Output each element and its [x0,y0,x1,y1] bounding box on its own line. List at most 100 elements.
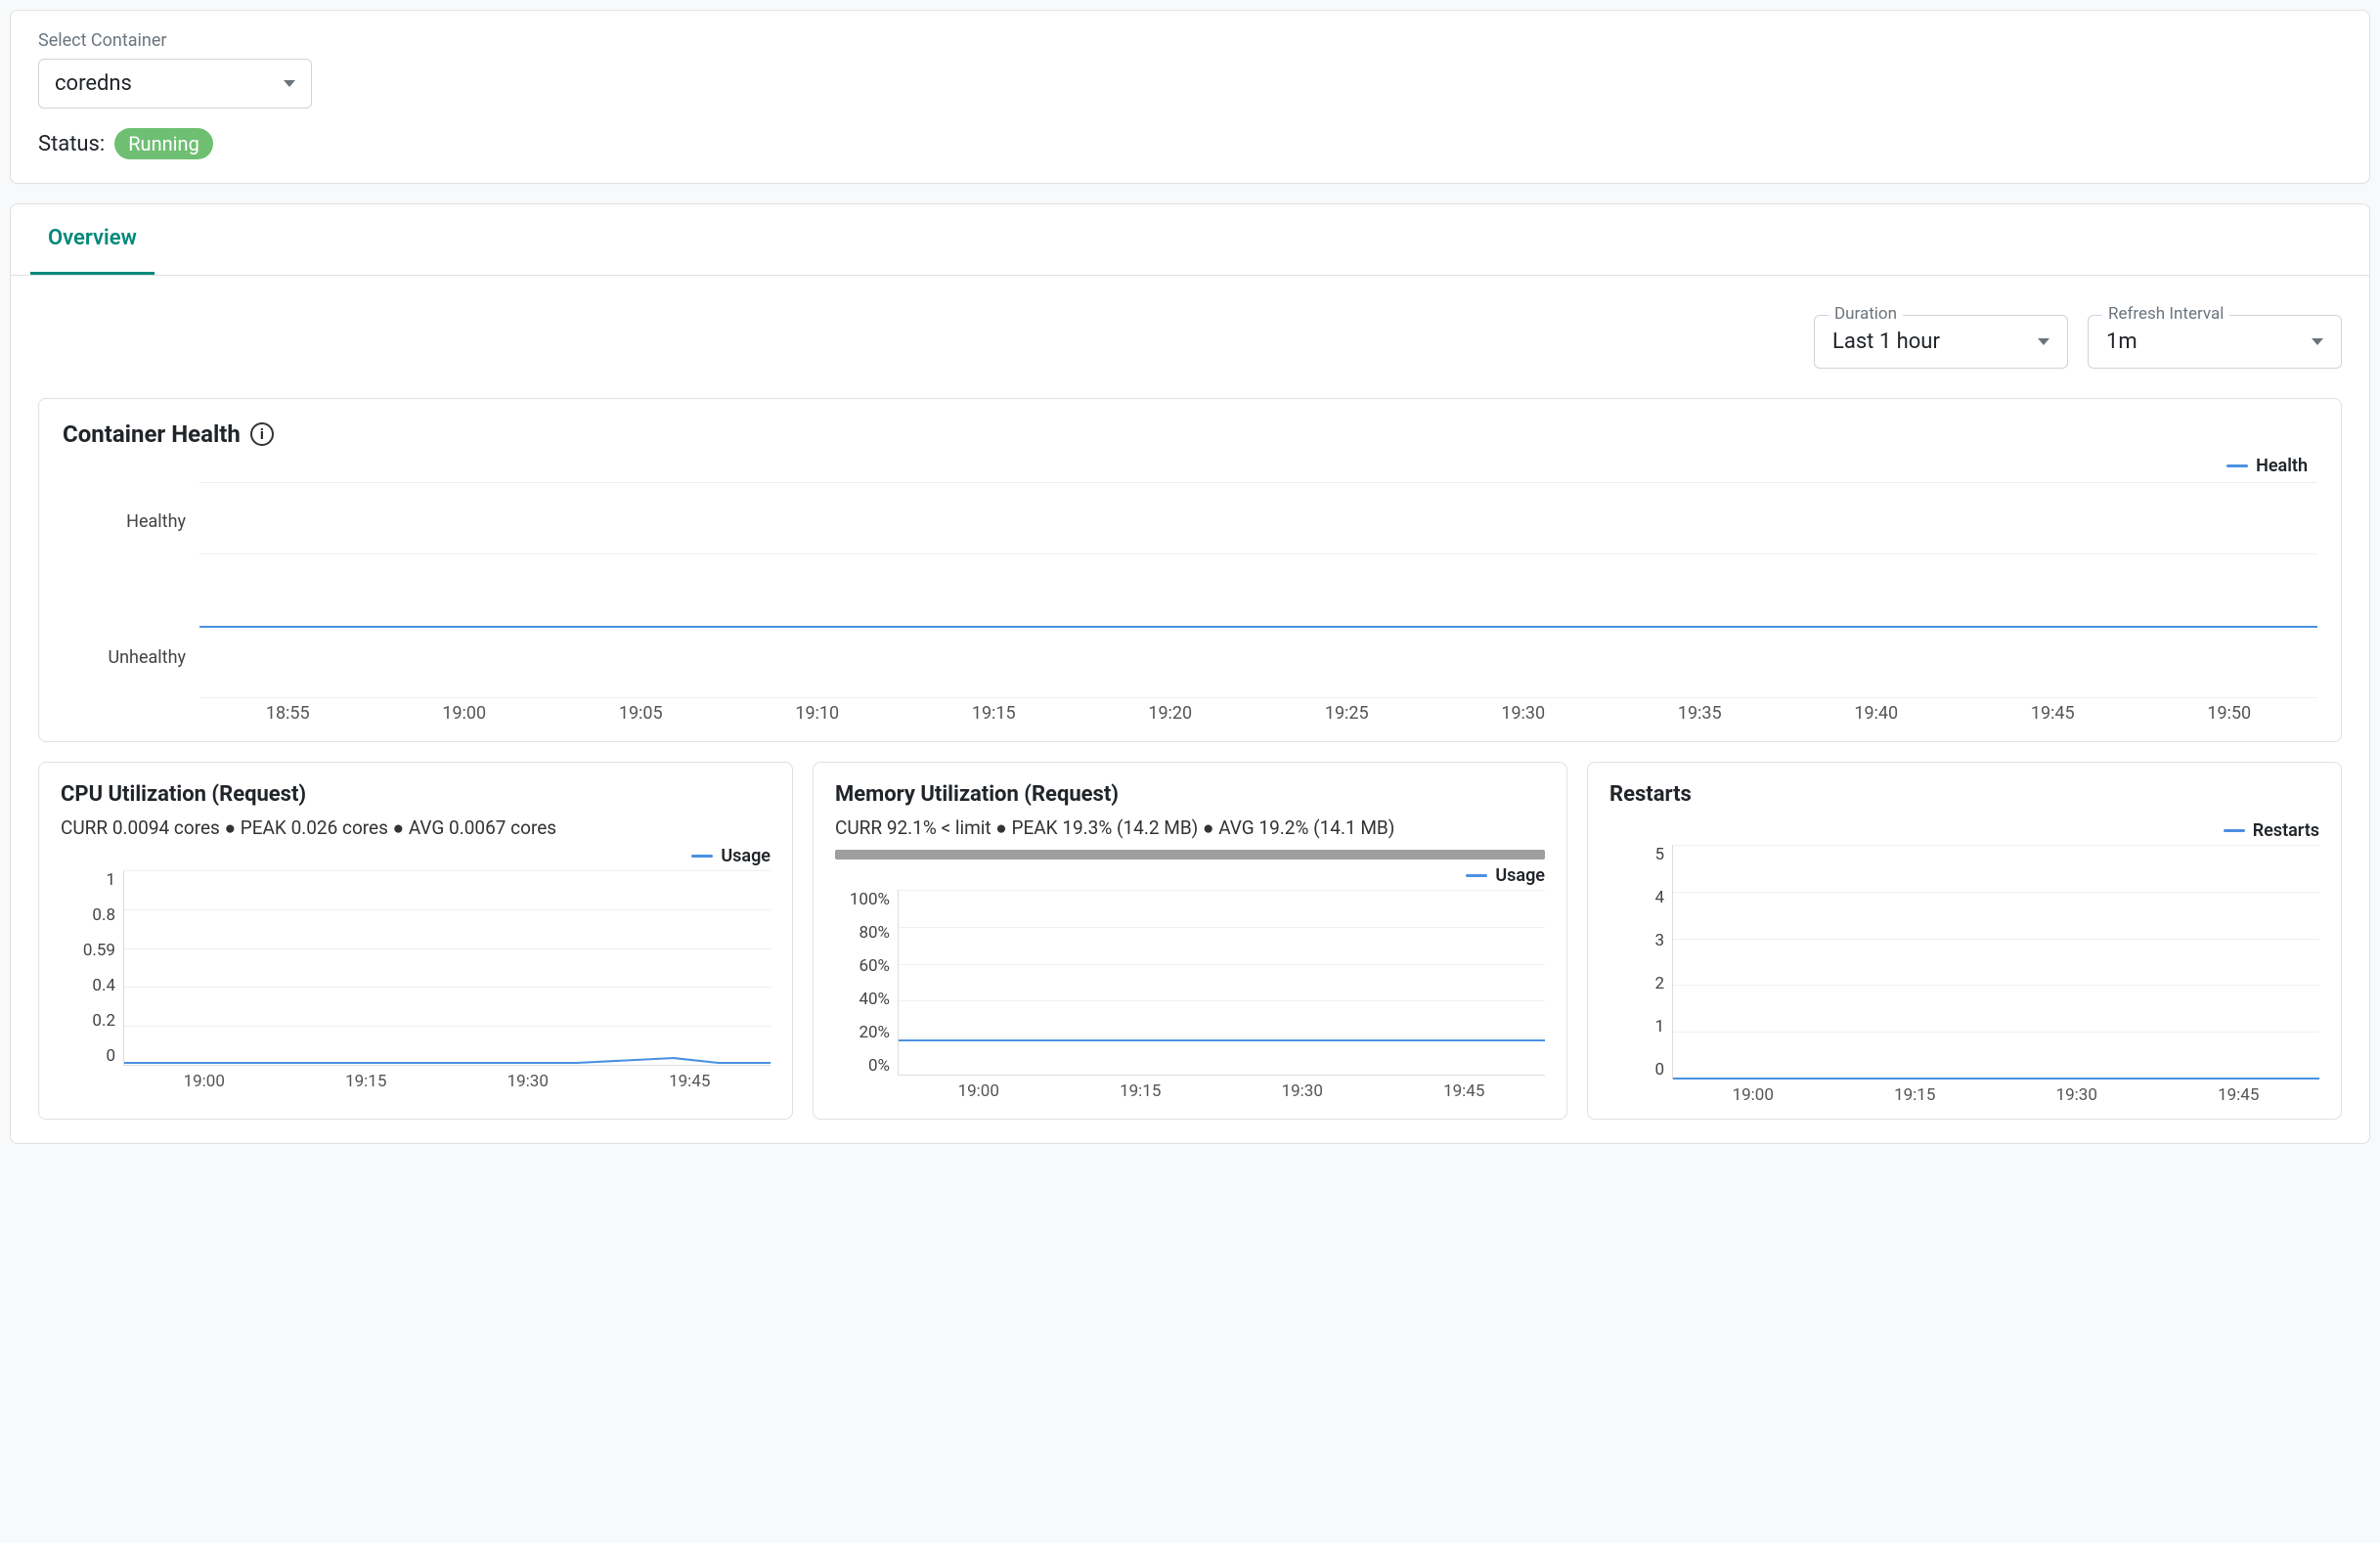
duration-value: Last 1 hour [1832,330,1940,354]
chart-stats: CURR 0.0094 cores ● PEAK 0.026 cores ● A… [61,816,771,840]
x-axis: 19:00 19:15 19:30 19:45 [123,1066,771,1091]
legend-item: Restarts [2224,820,2319,841]
y-tick: 0.2 [92,1011,115,1031]
x-tick: 18:55 [199,703,376,724]
y-tick: 2 [1654,974,1664,993]
legend-swatch [1466,874,1487,877]
x-tick: 19:40 [1788,703,1965,724]
memory-utilization-chart: Memory Utilization (Request) CURR 92.1% … [813,762,1567,1120]
x-tick: 19:15 [905,703,1082,724]
y-tick: Unhealthy [108,647,186,668]
data-line [199,626,2317,628]
x-tick: 19:30 [1435,703,1612,724]
y-tick: 1 [106,870,115,890]
y-tick: 4 [1654,888,1664,907]
container-select-label: Select Container [38,30,2342,51]
x-tick: 19:20 [1082,703,1259,724]
chart-title: CPU Utilization (Request) [61,782,771,807]
container-health-chart: Container Health i Health Healthy Unheal… [38,398,2342,742]
container-select[interactable]: coredns [38,59,312,109]
tabs: Overview [11,204,2369,276]
tab-overview[interactable]: Overview [30,204,154,275]
legend-swatch [2224,829,2245,832]
plot-area [123,870,771,1066]
refresh-select[interactable]: Refresh Interval 1m [2088,315,2342,369]
x-tick: 19:35 [1611,703,1788,724]
data-line [1673,1078,2319,1080]
refresh-value: 1m [2106,330,2138,354]
x-tick: 19:15 [286,1072,448,1091]
restarts-chart: Restarts Restarts 5 4 3 2 1 0 [1587,762,2342,1120]
x-axis: 18:55 19:00 19:05 19:10 19:15 19:20 19:2… [199,697,2317,724]
chart-title: Memory Utilization (Request) [835,782,1545,807]
chevron-down-icon [2312,338,2323,345]
y-tick: 0.4 [92,976,115,995]
main-panel: Overview Duration Last 1 hour Refresh In… [10,203,2370,1144]
y-tick: 80% [859,923,890,943]
info-icon[interactable]: i [250,422,274,446]
x-tick: 19:30 [1996,1085,2158,1105]
legend-label: Usage [1495,865,1545,886]
x-tick: 19:45 [609,1072,771,1091]
x-tick: 19:00 [898,1081,1060,1101]
y-tick: 100% [850,890,890,909]
y-tick: 60% [859,956,890,976]
y-tick: 0.59 [83,941,115,960]
plot-area [1672,845,2319,1080]
status-badge: Running [114,128,213,159]
x-tick: 19:10 [729,703,906,724]
y-axis: 5 4 3 2 1 0 [1609,845,1672,1080]
limit-bar [835,850,1545,860]
legend-item: Usage [691,846,771,866]
chart-stats: CURR 92.1% < limit ● PEAK 19.3% (14.2 MB… [835,816,1545,840]
x-tick: 19:00 [376,703,553,724]
chevron-down-icon [284,80,295,87]
legend-swatch [2226,464,2248,467]
refresh-label: Refresh Interval [2102,304,2229,324]
y-tick: Healthy [126,511,186,532]
chart-title: Container Health [63,420,241,448]
chart-title: Restarts [1609,782,2319,807]
legend-label: Usage [721,846,771,866]
legend-label: Health [2256,456,2308,476]
container-select-value: coredns [55,71,132,96]
duration-label: Duration [1829,304,1903,324]
x-tick: 19:30 [1221,1081,1384,1101]
cpu-utilization-chart: CPU Utilization (Request) CURR 0.0094 co… [38,762,793,1120]
x-tick: 19:05 [552,703,729,724]
time-controls: Duration Last 1 hour Refresh Interval 1m [11,276,2369,388]
legend-item: Health [2226,456,2308,476]
chevron-down-icon [2038,338,2049,345]
y-tick: 0.8 [92,905,115,925]
x-tick: 19:45 [2158,1085,2320,1105]
x-tick: 19:15 [1060,1081,1222,1101]
x-tick: 19:50 [2141,703,2318,724]
legend-label: Restarts [2253,820,2319,841]
duration-select[interactable]: Duration Last 1 hour [1814,315,2068,369]
y-tick: 3 [1654,931,1664,950]
y-tick: 0 [106,1046,115,1066]
plot-area [898,890,1545,1076]
x-tick: 19:25 [1258,703,1435,724]
status-row: Status: Running [38,128,2342,159]
x-tick: 19:15 [1834,1085,1997,1105]
legend-swatch [691,855,713,858]
data-line [899,1039,1545,1041]
x-tick: 19:45 [1384,1081,1546,1101]
x-tick: 19:30 [447,1072,609,1091]
legend-item: Usage [1466,865,1545,886]
y-tick: 1 [1654,1017,1664,1036]
x-tick: 19:00 [1672,1085,1834,1105]
y-axis: 100% 80% 60% 40% 20% 0% [835,890,898,1076]
y-axis: 1 0.8 0.59 0.4 0.2 0 [61,870,123,1066]
plot-area [199,482,2317,697]
x-axis: 19:00 19:15 19:30 19:45 [898,1076,1545,1101]
y-tick: 20% [859,1023,890,1042]
y-tick: 0 [1654,1060,1664,1080]
y-axis: Healthy Unhealthy [63,482,199,697]
y-tick: 5 [1654,845,1664,864]
y-tick: 0% [868,1056,890,1076]
y-tick: 40% [859,990,890,1009]
container-header-card: Select Container coredns Status: Running [10,10,2370,184]
x-axis: 19:00 19:15 19:30 19:45 [1672,1080,2319,1105]
